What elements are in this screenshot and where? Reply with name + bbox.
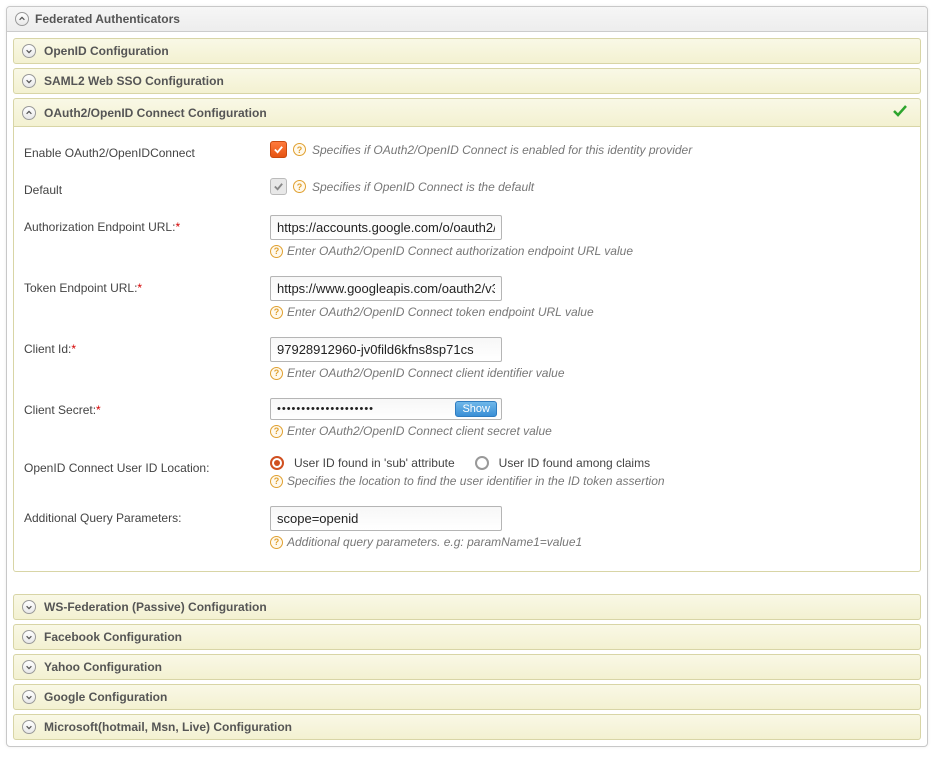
section-microsoft[interactable]: Microsoft(hotmail, Msn, Live) Configurat… — [13, 714, 921, 740]
help-icon[interactable]: ? — [270, 536, 283, 549]
addparams-label: Additional Query Parameters: — [24, 506, 270, 525]
authz-input[interactable] — [270, 215, 502, 240]
default-checkbox — [270, 178, 287, 195]
token-label: Token Endpoint URL:* — [24, 276, 270, 295]
help-icon[interactable]: ? — [270, 475, 283, 488]
panel-header[interactable]: Federated Authenticators — [7, 7, 927, 32]
chevron-up-icon[interactable] — [15, 12, 29, 26]
section-google[interactable]: Google Configuration — [13, 684, 921, 710]
token-help: Enter OAuth2/OpenID Connect token endpoi… — [287, 305, 594, 319]
section-title: SAML2 Web SSO Configuration — [44, 74, 912, 88]
section-title: Microsoft(hotmail, Msn, Live) Configurat… — [44, 720, 912, 734]
section-openid[interactable]: OpenID Configuration — [13, 38, 921, 64]
chevron-down-icon[interactable] — [22, 44, 36, 58]
help-icon[interactable]: ? — [270, 245, 283, 258]
userid-help: Specifies the location to find the user … — [287, 474, 665, 488]
help-icon[interactable]: ? — [293, 143, 306, 156]
help-icon[interactable]: ? — [270, 306, 283, 319]
section-title: WS-Federation (Passive) Configuration — [44, 600, 912, 614]
userid-sub-radio[interactable] — [270, 456, 284, 470]
chevron-down-icon[interactable] — [22, 74, 36, 88]
userid-location-label: OpenID Connect User ID Location: — [24, 456, 270, 475]
section-title: OAuth2/OpenID Connect Configuration — [44, 106, 884, 120]
default-label: Default — [24, 178, 270, 197]
clientsecret-help: Enter OAuth2/OpenID Connect client secre… — [287, 424, 552, 438]
chevron-down-icon[interactable] — [22, 630, 36, 644]
userid-sub-label: User ID found in 'sub' attribute — [294, 456, 455, 470]
help-icon[interactable]: ? — [293, 180, 306, 193]
chevron-up-icon[interactable] — [22, 106, 36, 120]
section-oauth2[interactable]: OAuth2/OpenID Connect Configuration — [13, 98, 921, 127]
federated-authenticators-panel: Federated Authenticators OpenID Configur… — [6, 6, 928, 747]
default-help: Specifies if OpenID Connect is the defau… — [312, 180, 534, 194]
section-title: Yahoo Configuration — [44, 660, 912, 674]
section-facebook[interactable]: Facebook Configuration — [13, 624, 921, 650]
check-icon — [892, 104, 908, 121]
oauth2-body: Enable OAuth2/OpenIDConnect ? Specifies … — [13, 127, 921, 572]
help-icon[interactable]: ? — [270, 367, 283, 380]
help-icon[interactable]: ? — [270, 425, 283, 438]
chevron-down-icon[interactable] — [22, 600, 36, 614]
authz-label: Authorization Endpoint URL:* — [24, 215, 270, 234]
section-title: Google Configuration — [44, 690, 912, 704]
clientsecret-input[interactable] — [277, 401, 455, 417]
authz-help: Enter OAuth2/OpenID Connect authorizatio… — [287, 244, 633, 258]
section-yahoo[interactable]: Yahoo Configuration — [13, 654, 921, 680]
userid-claims-radio[interactable] — [475, 456, 489, 470]
token-input[interactable] — [270, 276, 502, 301]
section-saml2[interactable]: SAML2 Web SSO Configuration — [13, 68, 921, 94]
clientid-label: Client Id:* — [24, 337, 270, 356]
section-title: Facebook Configuration — [44, 630, 912, 644]
userid-claims-label: User ID found among claims — [499, 456, 650, 470]
clientid-help: Enter OAuth2/OpenID Connect client ident… — [287, 366, 565, 380]
panel-title: Federated Authenticators — [35, 12, 180, 26]
chevron-down-icon[interactable] — [22, 720, 36, 734]
chevron-down-icon[interactable] — [22, 660, 36, 674]
enable-label: Enable OAuth2/OpenIDConnect — [24, 141, 270, 160]
addparams-input[interactable] — [270, 506, 502, 531]
clientid-input[interactable] — [270, 337, 502, 362]
chevron-down-icon[interactable] — [22, 690, 36, 704]
show-secret-button[interactable]: Show — [455, 401, 497, 417]
addparams-help: Additional query parameters. e.g: paramN… — [287, 535, 582, 549]
enable-checkbox[interactable] — [270, 141, 287, 158]
section-title: OpenID Configuration — [44, 44, 912, 58]
clientsecret-label: Client Secret:* — [24, 398, 270, 417]
enable-help: Specifies if OAuth2/OpenID Connect is en… — [312, 143, 692, 157]
section-wsfed[interactable]: WS-Federation (Passive) Configuration — [13, 594, 921, 620]
